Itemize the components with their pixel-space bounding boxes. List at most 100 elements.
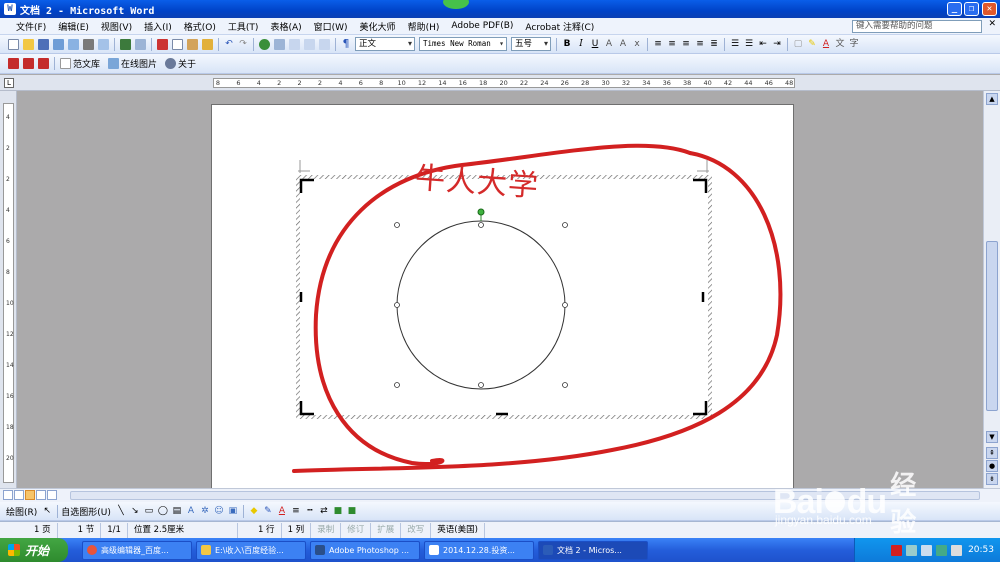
char-shading-icon[interactable]: A [617,38,629,50]
print-icon[interactable] [83,38,94,50]
undo-icon[interactable]: ↶ [223,38,235,50]
numbering-icon[interactable]: ☰ [729,38,741,50]
permission-icon[interactable] [53,38,64,50]
tray-icon[interactable] [951,544,963,556]
shadow-icon[interactable]: ■ [332,505,344,517]
print-preview-icon[interactable] [98,38,109,50]
reading-view-icon[interactable] [47,490,57,500]
line-style-icon[interactable]: ≡ [290,505,302,517]
diagram-icon[interactable]: ✲ [199,505,211,517]
outline-view-icon[interactable] [36,490,46,500]
task-browser[interactable]: 高级编辑器_百度... [82,540,192,560]
style-select[interactable]: 正文 [355,37,415,51]
canvas-corner-handle[interactable] [693,178,708,193]
char-border-icon[interactable]: A [603,38,615,50]
tables-borders-icon[interactable] [274,38,285,50]
status-extend[interactable]: 扩展 [371,522,402,538]
align-justify-icon[interactable]: ≡ [652,38,664,50]
pdf-email-icon[interactable] [23,58,34,69]
menu-insert[interactable]: 插入(I) [138,20,178,33]
tab-selector-icon[interactable]: L [4,78,14,88]
dash-style-icon[interactable]: ┅ [304,505,316,517]
status-track-changes[interactable]: 修订 [341,522,372,538]
insert-table-icon[interactable] [289,38,300,50]
canvas-corner-handle[interactable] [693,401,708,416]
distribute-icon[interactable]: ≡ [694,38,706,50]
redo-icon[interactable]: ↷ [237,38,249,50]
3d-icon[interactable]: ■ [346,505,358,517]
oval-icon[interactable]: ◯ [157,505,169,517]
circle-shape[interactable] [396,220,566,390]
status-overtype[interactable]: 改写 [401,522,432,538]
clipart-icon[interactable]: ☺ [213,505,225,517]
hyperlink-icon[interactable] [259,38,270,50]
task-photoshop[interactable]: Adobe Photoshop ... [310,540,420,560]
decrease-indent-icon[interactable]: ⇤ [757,38,769,50]
help-search-input[interactable]: 键入需要帮助的问题 [852,20,982,33]
menu-beautify[interactable]: 美化大师 [354,20,402,33]
close-doc-icon[interactable]: ✕ [988,19,996,29]
open-folder-icon[interactable] [23,38,34,50]
scroll-down-icon[interactable]: ▼ [986,431,998,443]
bold-icon[interactable]: B [561,38,573,50]
outside-border-icon[interactable]: ▢ [792,38,804,50]
status-record[interactable]: 录制 [311,522,342,538]
templates-button[interactable]: 范文库 [73,57,100,70]
char-scale-icon[interactable]: x [631,38,643,50]
menu-file[interactable]: 文件(F) [10,20,52,33]
menu-view[interactable]: 视图(V) [95,20,138,33]
sogou-icon[interactable] [891,544,903,556]
cut-icon[interactable] [157,38,168,50]
document-page[interactable]: 牛人大学 [211,104,794,494]
menu-format[interactable]: 格式(O) [178,20,222,33]
draw-font-color-icon[interactable]: A [276,505,288,517]
columns-icon[interactable] [319,38,330,50]
style-pane-icon[interactable]: ¶ [340,38,352,50]
menu-window[interactable]: 窗口(W) [308,20,354,33]
arrow-style-icon[interactable]: ⇄ [318,505,330,517]
spelling-icon[interactable] [120,38,131,50]
wordart-icon[interactable]: A [185,505,197,517]
line-icon[interactable]: ╲ [115,505,127,517]
menu-adobe-pdf[interactable]: Adobe PDF(B) [445,21,519,31]
menu-table[interactable]: 表格(A) [264,20,307,33]
rotate-handle[interactable] [477,208,485,216]
online-pictures-button[interactable]: 在线图片 [121,57,157,70]
minimize-button[interactable]: _ [947,2,962,16]
canvas-corner-handle[interactable] [299,401,314,416]
increase-indent-icon[interactable]: ⇥ [771,38,783,50]
paste-icon[interactable] [187,38,198,50]
pdf-convert-icon[interactable] [8,58,19,69]
phonetic-icon[interactable]: 文 [834,38,846,50]
copy-icon[interactable] [172,38,183,50]
scroll-up-icon[interactable]: ▲ [986,93,998,105]
menu-tools[interactable]: 工具(T) [222,20,265,33]
research-icon[interactable] [135,38,146,50]
security-icon[interactable] [936,544,948,556]
arrow-icon[interactable]: ↘ [129,505,141,517]
restore-button[interactable]: ❐ [964,2,979,16]
canvas-corner-handle[interactable] [299,178,314,193]
email-icon[interactable] [68,38,79,50]
network-icon[interactable] [921,544,933,556]
about-button[interactable]: 关于 [178,57,196,70]
volume-icon[interactable] [906,544,918,556]
line-spacing-icon[interactable]: ≣ [708,38,720,50]
vertical-ruler[interactable]: 4 2 2 4 6 8 10 12 14 16 18 20 [0,91,17,488]
horizontal-ruler[interactable]: L 8 6 4 2 2 2 4 6 8 10 12 14 16 18 20 22 24 26 28 30 32 34 36 3… [0,75,1000,91]
new-doc-icon[interactable] [8,38,19,50]
format-painter-icon[interactable] [202,38,213,50]
word-app-icon[interactable]: W [4,3,16,15]
scroll-thumb[interactable] [986,241,998,411]
menu-acrobat-comments[interactable]: Acrobat 注释(C) [519,20,600,33]
font-select[interactable]: Times New Roman [419,37,507,51]
line-color-icon[interactable]: ✎ [262,505,274,517]
menu-help[interactable]: 帮助(H) [402,20,446,33]
fill-color-icon[interactable]: ◆ [248,505,260,517]
draw-menu-button[interactable]: 绘图(R) [6,505,37,518]
normal-view-icon[interactable] [3,490,13,500]
insert-excel-icon[interactable] [304,38,315,50]
print-layout-view-icon[interactable] [25,490,35,500]
select-objects-icon[interactable]: ↖ [41,505,53,517]
next-page-icon[interactable]: ⇟ [986,473,998,485]
